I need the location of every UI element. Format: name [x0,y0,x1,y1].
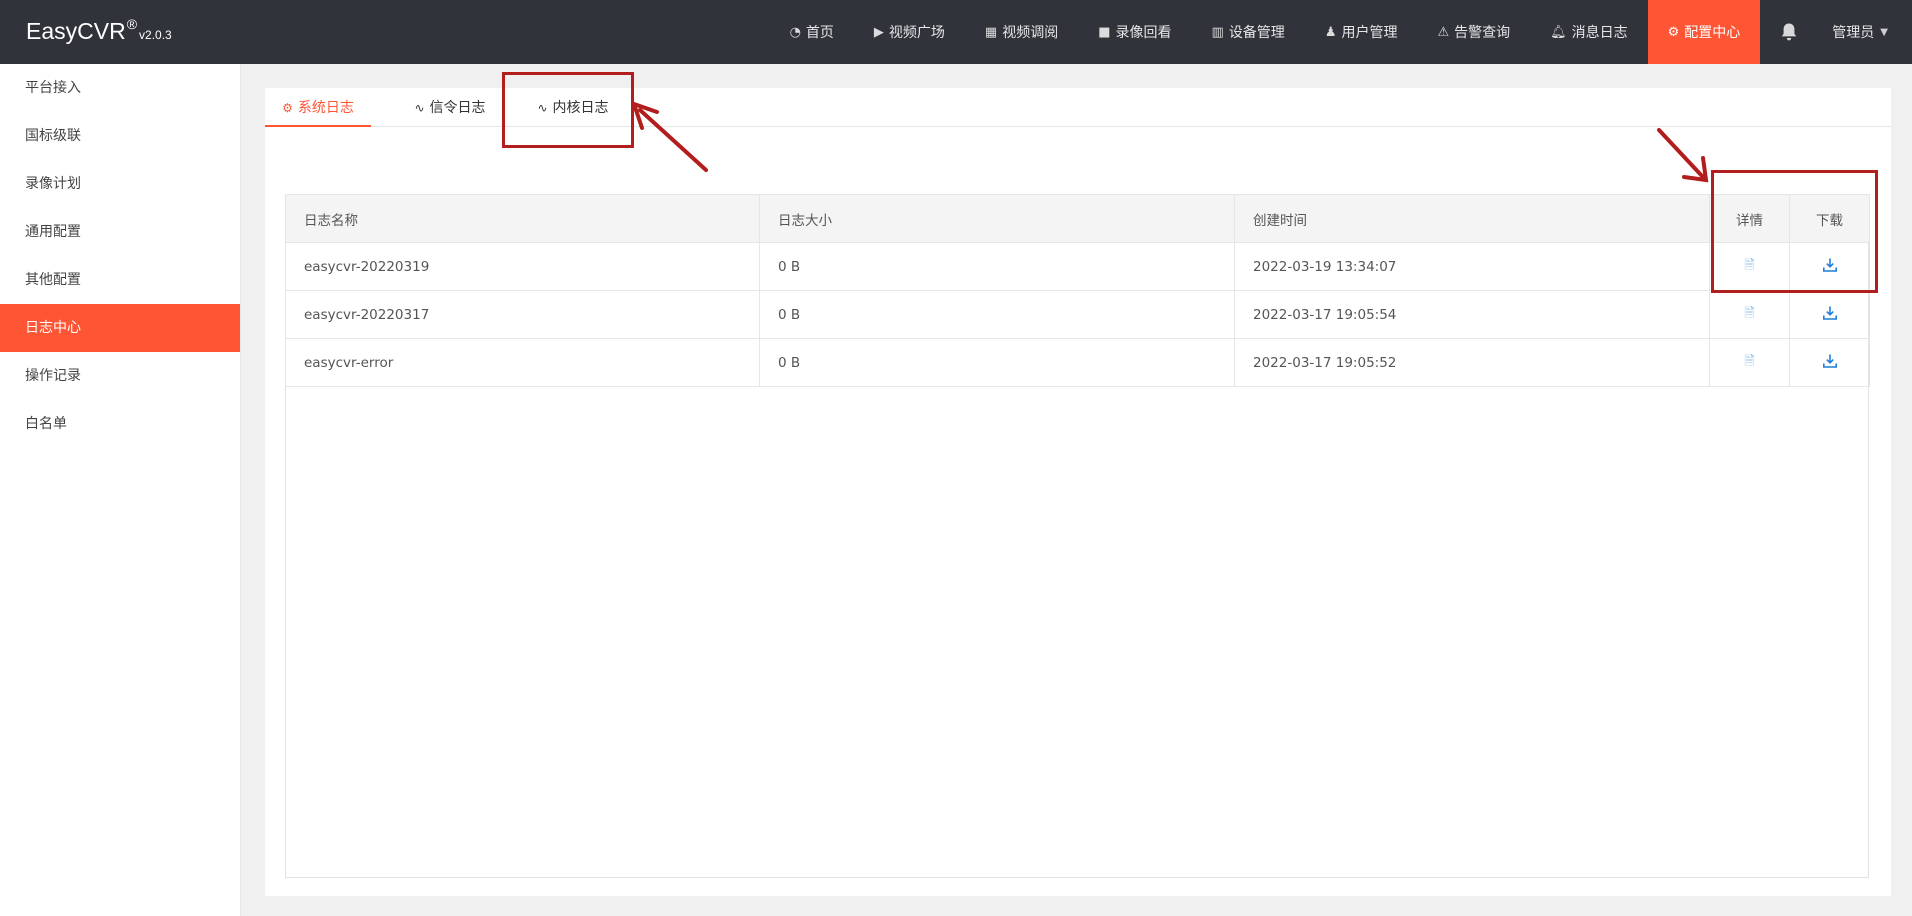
table-row: easycvr-20220317 0 B 2022-03-17 19:05:54… [285,290,1870,339]
gear-icon: ⚙ [282,101,293,115]
created-time-cell: 2022-03-17 19:05:54 [1234,290,1710,339]
sidebar-item-other-config[interactable]: 其他配置 [0,256,240,304]
play-circle-icon: ▶ [873,24,884,40]
brand-name: EasyCVR [26,18,126,44]
nav-config-center[interactable]: ⚙ 配置中心 [1647,0,1761,64]
main-nav: ◔ 首页 ▶ 视频广场 ▦ 视频调阅 ■ 录像回看 ▥ 设备管理 ♟ 用户管理 ⚠ 告警查询 … [770,0,1912,64]
nav-config-center-label: 配置中心 [1684,25,1741,41]
document-icon[interactable]: 🗎︎ [1744,306,1754,321]
notification-bell-icon[interactable] [1760,0,1818,64]
nav-playback[interactable]: ■ 录像回看 [1078,0,1191,64]
chevron-down-icon: ▼ [1880,26,1888,38]
user-gear-icon: ♟ [1324,24,1337,40]
video-camera-icon: ■ [1098,24,1111,40]
details-cell: 🗎︎ [1709,242,1790,291]
dashboard-icon: ◔ [789,24,801,40]
document-icon[interactable]: 🗎︎ [1744,258,1754,273]
download-icon[interactable] [1822,353,1838,373]
device-grid-icon: ▥ [1211,24,1224,40]
log-size-cell: 0 B [759,338,1235,387]
sidebar-item-record-plan[interactable]: 录像计划 [0,160,240,208]
nav-device-management-label: 设备管理 [1228,25,1285,41]
log-name-cell: easycvr-20220319 [285,242,760,291]
nav-home-label: 首页 [805,25,834,41]
nav-playback-label: 录像回看 [1115,25,1172,41]
log-name-cell: easycvr-20220317 [285,290,760,339]
sidebar-item-operation-record[interactable]: 操作记录 [0,352,240,400]
nav-user-management-label: 用户管理 [1341,25,1398,41]
log-size-cell: 0 B [759,242,1235,291]
alarm-light-icon: ⚠ [1437,24,1450,40]
column-header-details: 详情 [1709,194,1790,243]
nav-message-log[interactable]: 🔔︎ 消息日志 [1530,0,1648,64]
top-navbar: EasyCVR®v2.0.3 ◔ 首页 ▶ 视频广场 ▦ 视频调阅 ■ 录像回看 ▥ 设备… [0,0,1912,64]
log-tabs: ⚙ 系统日志 ∿ 信令日志 ∿ 内核日志 [265,88,1891,127]
tab-kernel-log-label: 内核日志 [552,100,609,116]
column-header-download: 下载 [1789,194,1870,243]
details-cell: 🗎︎ [1709,338,1790,387]
table-header-row: 日志名称 日志大小 创建时间 详情 下载 [285,194,1870,243]
nav-video-browse-label: 视频调阅 [1002,25,1059,41]
pulse-icon: ∿ [537,101,548,115]
tab-system-log[interactable]: ⚙ 系统日志 [265,88,371,127]
download-cell [1789,338,1870,387]
details-cell: 🗎︎ [1709,290,1790,339]
nav-video-browse[interactable]: ▦ 视频调阅 [965,0,1078,64]
pulse-icon: ∿ [414,101,425,115]
user-name: 管理员 [1832,25,1875,41]
nav-message-log-label: 消息日志 [1571,25,1628,41]
nav-user-management[interactable]: ♟ 用户管理 [1305,0,1418,64]
log-name-cell: easycvr-error [285,338,760,387]
sidebar-item-log-center[interactable]: 日志中心 [0,304,240,352]
column-header-log-size[interactable]: 日志大小 [759,194,1235,243]
sidebar: 平台接入 国标级联 录像计划 通用配置 其他配置 日志中心 操作记录 白名单 [0,64,241,916]
version-label: v2.0.3 [139,28,172,42]
gear-icon: ⚙ [1667,24,1680,40]
table-row: easycvr-20220319 0 B 2022-03-19 13:34:07… [285,242,1870,291]
layout-icon: ▦ [984,24,998,40]
log-center-panel: ⚙ 系统日志 ∿ 信令日志 ∿ 内核日志 日志名称 日志大小 创建时间 详情 下载 [265,88,1891,896]
sidebar-item-platform-access[interactable]: 平台接入 [0,64,240,112]
sidebar-item-general-config[interactable]: 通用配置 [0,208,240,256]
column-header-created-time[interactable]: 创建时间 [1234,194,1710,243]
tab-kernel-log[interactable]: ∿ 内核日志 [520,88,626,125]
sidebar-item-whitelist[interactable]: 白名单 [0,400,240,448]
brand-logo: EasyCVR®v2.0.3 [26,16,172,45]
tab-signaling-log[interactable]: ∿ 信令日志 [397,88,503,125]
bell-icon: 🔔︎ [1550,24,1567,40]
log-size-cell: 0 B [759,290,1235,339]
nav-video-square[interactable]: ▶ 视频广场 [854,0,965,64]
nav-alarm-query[interactable]: ⚠ 告警查询 [1417,0,1530,64]
download-icon[interactable] [1822,305,1838,325]
download-cell [1789,290,1870,339]
tab-system-log-label: 系统日志 [297,100,354,116]
download-cell [1789,242,1870,291]
sidebar-item-gb-cascade[interactable]: 国标级联 [0,112,240,160]
document-icon[interactable]: 🗎︎ [1744,354,1754,369]
log-table: 日志名称 日志大小 创建时间 详情 下载 easycvr-20220319 0 … [285,194,1870,387]
log-table-container: 日志名称 日志大小 创建时间 详情 下载 easycvr-20220319 0 … [285,194,1870,878]
nav-alarm-query-label: 告警查询 [1454,25,1511,41]
download-icon[interactable] [1822,257,1838,277]
table-row: easycvr-error 0 B 2022-03-17 19:05:52 🗎︎ [285,338,1870,387]
user-menu[interactable]: 管理员 ▼ [1818,0,1912,64]
nav-device-management[interactable]: ▥ 设备管理 [1192,0,1305,64]
column-header-log-name[interactable]: 日志名称 [285,194,760,243]
nav-video-square-label: 视频广场 [888,25,945,41]
nav-home[interactable]: ◔ 首页 [770,0,854,64]
created-time-cell: 2022-03-19 13:34:07 [1234,242,1710,291]
brand-registered-mark: ® [126,16,138,32]
tab-signaling-log-label: 信令日志 [429,100,486,116]
created-time-cell: 2022-03-17 19:05:52 [1234,338,1710,387]
